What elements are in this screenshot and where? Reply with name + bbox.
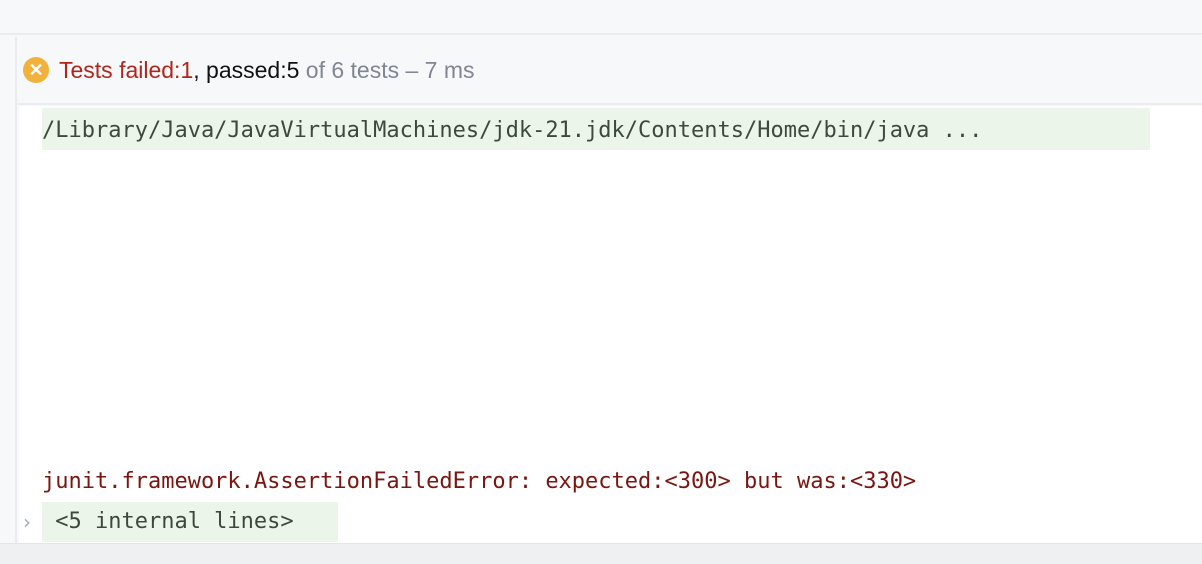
passed-count: 5 (286, 56, 300, 83)
folded-internal-lines[interactable]: <5 internal lines> (42, 502, 338, 542)
passed-label: , passed: (193, 56, 287, 83)
toolbar (0, 0, 1202, 35)
console-output[interactable]: /Library/Java/JavaVirtualMachines/jdk-21… (19, 106, 1202, 543)
test-status-bar: ✕ Tests failed: 1 , passed: 5 of 6 tests… (17, 37, 1202, 105)
gutter (0, 37, 17, 543)
error-circle-icon: ✕ (23, 57, 49, 83)
command-line[interactable]: /Library/Java/JavaVirtualMachines/jdk-21… (42, 108, 1150, 150)
failed-label: Tests failed: (59, 56, 181, 83)
chevron-right-icon[interactable]: › (23, 502, 31, 542)
total-tests: of 6 tests – 7 ms (299, 56, 475, 83)
failed-count: 1 (180, 56, 194, 83)
bottom-bar (0, 543, 1202, 564)
error-line: junit.framework.AssertionFailedError: ex… (42, 469, 917, 494)
